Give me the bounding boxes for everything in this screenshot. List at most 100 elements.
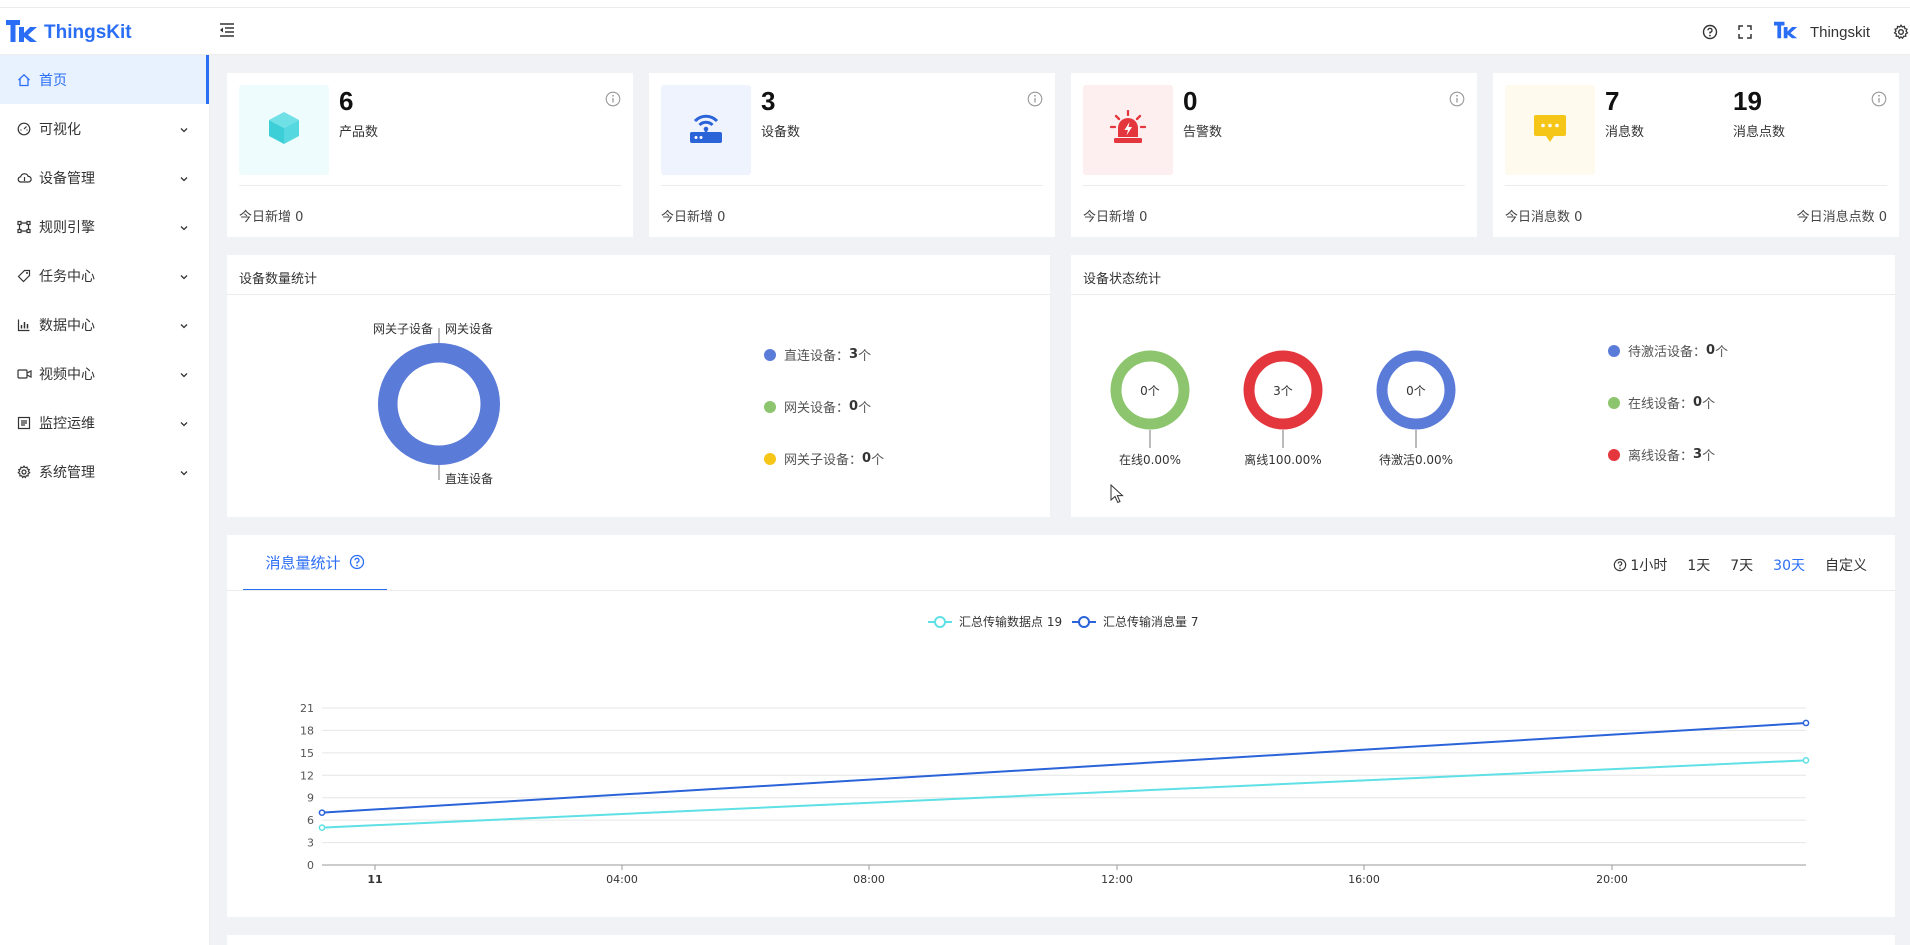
sidebar-item-devices[interactable]: 设备管理 (0, 153, 209, 202)
gauge-online-center: 0个 (1140, 384, 1160, 398)
legend-name: 待激活设备： (1628, 345, 1707, 360)
product-count: 6 (339, 86, 354, 116)
chevron-down-icon (179, 122, 189, 138)
sidebar-item-home[interactable]: 首页 (0, 55, 209, 104)
product-label: 产品数 (339, 125, 379, 140)
logo-text: ThingsKit (44, 22, 132, 43)
alarm-count-card: 0 告警数 今日新增 0 (1071, 73, 1477, 237)
y-tick-label: 15 (300, 747, 314, 760)
donut-label-gateway: 网关设备 (445, 322, 494, 336)
next-panel-edge (227, 935, 1895, 945)
info-icon[interactable] (1027, 91, 1043, 111)
product-icon-box (239, 85, 329, 175)
header-actions: Thingskit (1684, 20, 1910, 44)
dashboard-icon (16, 121, 32, 137)
chevron-down-icon (179, 269, 189, 285)
user-menu[interactable]: Thingskit (1773, 21, 1892, 43)
message-line-chart: 0 3 6 9 12 15 18 21 11 04:00 08:00 12:00 16:00 20:00 汇… (300, 614, 1810, 886)
chevron-down-icon (179, 318, 189, 334)
cloud-icon (16, 170, 32, 186)
legend-dot (764, 452, 776, 465)
sidebar-item-label: 首页 (39, 72, 67, 89)
user-name: Thingskit (1809, 23, 1870, 41)
logo-icon (6, 20, 38, 46)
chevron-down-icon (179, 220, 189, 236)
sidebar-item-data-center[interactable]: 数据中心 (0, 300, 209, 349)
y-tick-label: 6 (307, 814, 314, 827)
series-line (321, 759, 1807, 829)
legend-marker (1078, 616, 1090, 628)
chevron-down-icon (179, 416, 189, 432)
divider (661, 185, 1043, 186)
range-custom-option[interactable]: 自定义 (1825, 555, 1867, 575)
legend-name: 离线设备： (1628, 449, 1694, 464)
y-tick-label: 0 (307, 859, 314, 872)
legend-value: 3 (849, 347, 859, 362)
alarm-today-new: 今日新增 0 (1083, 210, 1148, 225)
device-status-gauges (1110, 350, 1456, 448)
device-today-new: 今日新增 0 (661, 210, 726, 225)
y-tick-label: 21 (300, 702, 314, 715)
mouse-cursor-icon (1110, 484, 1124, 504)
legend-online: 在线设备： 0 个 (1608, 393, 1715, 412)
chevron-down-icon (179, 171, 189, 187)
help-icon[interactable] (349, 554, 365, 570)
sidebar: 首页 可视化 设备管理 规则引擎 任务中心 数据中心 视频中心 监控运维 系统管… (0, 55, 210, 945)
legend-unit: 个 (1702, 397, 1716, 412)
gauge-leader-lines (1149, 430, 1417, 448)
sidebar-item-system[interactable]: 系统管理 (0, 447, 209, 496)
message-point-today: 今日消息点数 0 (1796, 210, 1887, 225)
help-icon (1614, 558, 1627, 572)
info-icon[interactable] (605, 91, 621, 111)
sidebar-item-tasks[interactable]: 任务中心 (0, 251, 209, 300)
info-icon[interactable] (1871, 91, 1887, 111)
sidebar-item-rule-engine[interactable]: 规则引擎 (0, 202, 209, 251)
message-count-card: 7 消息数 19 消息点数 今日消息数 0 今日消息点数 0 (1493, 73, 1899, 237)
range-7d-option[interactable]: 7天 (1730, 555, 1753, 575)
sidebar-item-monitoring[interactable]: 监控运维 (0, 398, 209, 447)
x-tick-label: 20:00 (1596, 873, 1628, 886)
legend-value: 0 (849, 399, 859, 414)
message-icon-box (1505, 85, 1595, 175)
monitor-icon (16, 415, 32, 431)
message-today: 今日消息数 0 (1505, 210, 1583, 225)
fullscreen-icon[interactable] (1736, 23, 1754, 41)
menu-collapse-icon[interactable] (219, 23, 235, 41)
device-icon-box (661, 85, 751, 175)
legend-unit: 个 (871, 453, 885, 468)
video-icon (16, 366, 32, 382)
device-type-donut (378, 328, 500, 480)
legend-unit: 个 (1702, 449, 1716, 464)
message-stats-panel: 消息量统计 1小时 1天 7天 30天 自定义 0 3 6 9 12 15 18 21 11 04… (227, 535, 1895, 917)
cube-icon (267, 110, 301, 150)
device-count: 3 (761, 86, 776, 116)
legend-value: 0 (1693, 395, 1703, 410)
gear-icon (16, 464, 32, 480)
range-1h-option[interactable]: 1小时 (1613, 555, 1667, 575)
device-label: 设备数 (761, 125, 801, 140)
tab-message-stats[interactable]: 消息量统计 (243, 535, 387, 591)
home-icon (16, 72, 32, 88)
legend-name: 网关子设备： (784, 453, 863, 468)
range-30d-option[interactable]: 30天 (1773, 555, 1805, 575)
info-icon[interactable] (1449, 91, 1465, 111)
sidebar-item-label: 规则引擎 (39, 219, 95, 236)
divider (1505, 185, 1887, 186)
legend-dot (764, 400, 776, 413)
sidebar-item-visualization[interactable]: 可视化 (0, 104, 209, 153)
alarm-label: 告警数 (1183, 125, 1223, 140)
app-logo[interactable]: ThingsKit (6, 20, 132, 46)
settings-icon[interactable] (1892, 23, 1910, 41)
sidebar-item-label: 设备管理 (39, 170, 95, 187)
donut-inner-edge (397, 362, 481, 446)
help-icon[interactable] (1701, 23, 1719, 41)
time-range-selector: 1小时 1天 7天 30天 自定义 (1613, 555, 1867, 575)
donut-ring-direct (378, 343, 500, 465)
range-1d-option[interactable]: 1天 (1687, 555, 1710, 575)
series-point (1802, 756, 1810, 764)
message-point-label: 消息点数 (1733, 125, 1786, 140)
sidebar-item-video-center[interactable]: 视频中心 (0, 349, 209, 398)
chevron-down-icon (179, 465, 189, 481)
alarm-count: 0 (1183, 86, 1198, 116)
tab-label: 消息量统计 (265, 553, 341, 572)
